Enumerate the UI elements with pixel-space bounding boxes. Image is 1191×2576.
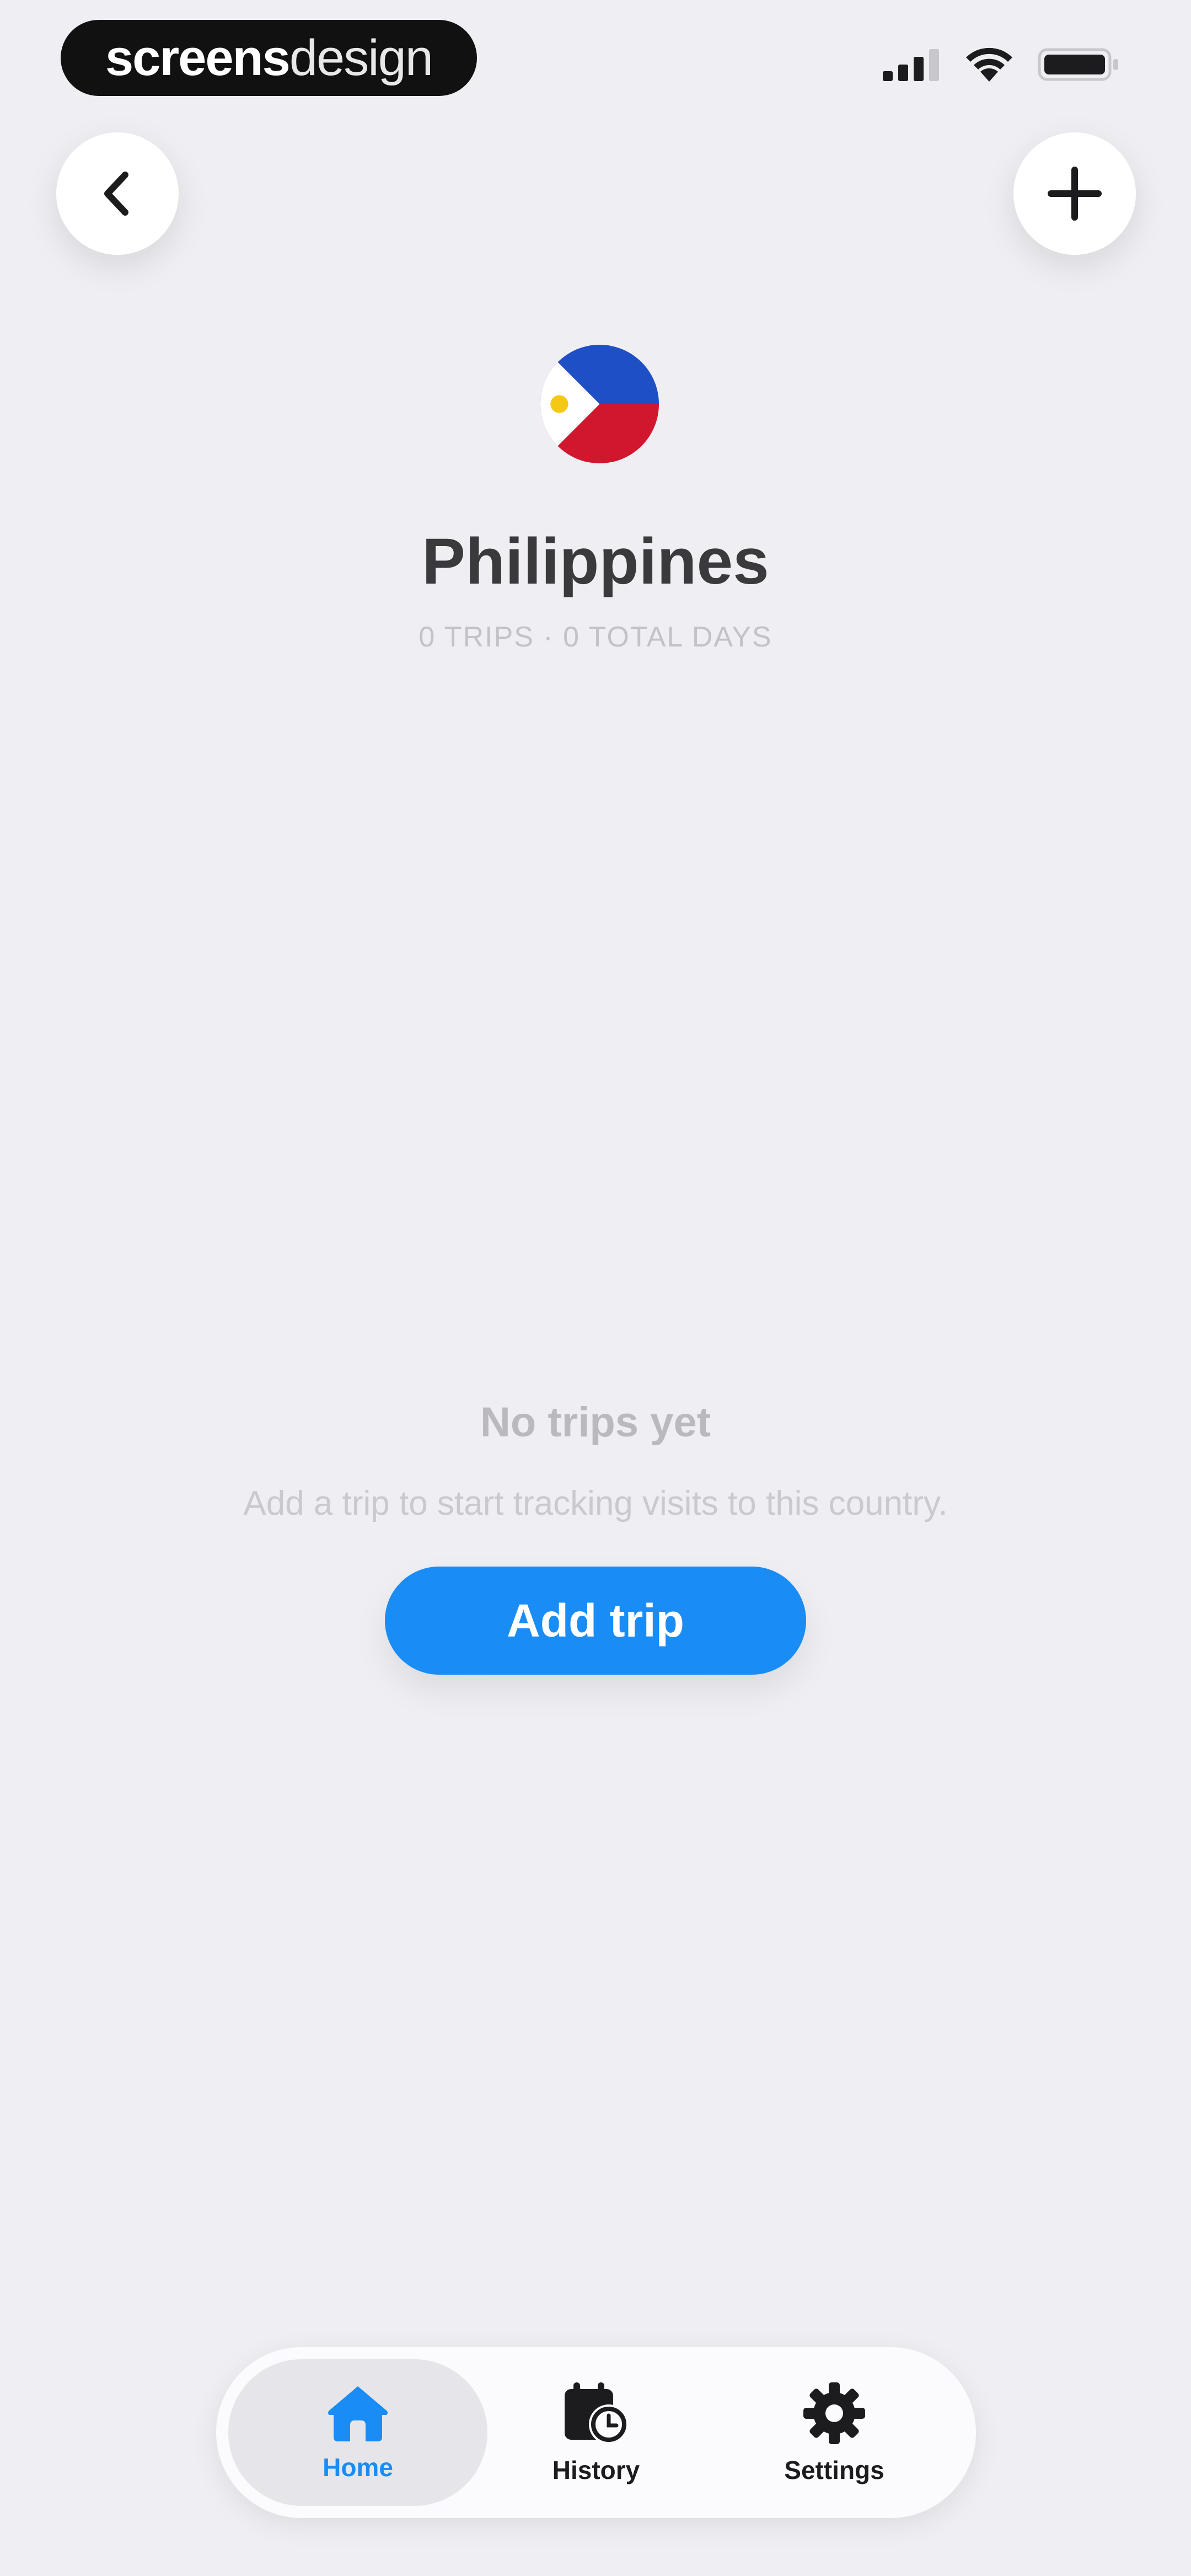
- tab-home-label: Home: [323, 2453, 393, 2482]
- empty-state-title: No trips yet: [480, 1399, 711, 1446]
- brand-text-bold: screens: [105, 29, 291, 86]
- signal-icon: [883, 49, 939, 81]
- tab-history-label: History: [552, 2456, 640, 2484]
- brand-text-light: design: [289, 29, 433, 86]
- country-detail-screen: screens design Philippines 0 TRIPS · 0 T…: [0, 0, 1191, 2576]
- gear-icon: [803, 2382, 865, 2444]
- plus-icon: [1048, 167, 1102, 221]
- tab-home[interactable]: Home: [228, 2359, 487, 2506]
- chevron-left-icon: [104, 172, 128, 216]
- tab-history[interactable]: History: [466, 2359, 726, 2506]
- trip-summary: 0 TRIPS · 0 TOTAL DAYS: [419, 621, 772, 653]
- philippines-flag-icon: [540, 345, 659, 463]
- add-button[interactable]: [1013, 132, 1136, 255]
- empty-state-description: Add a trip to start tracking visits to t…: [243, 1484, 948, 1522]
- home-icon: [328, 2386, 388, 2441]
- tab-bar: Home History Settings: [216, 2347, 976, 2518]
- country-title: Philippines: [422, 525, 769, 598]
- brand-badge: screens design: [61, 20, 477, 96]
- back-button[interactable]: [56, 132, 179, 255]
- add-trip-button[interactable]: Add trip: [385, 1567, 806, 1675]
- calendar-clock-icon: [565, 2382, 629, 2444]
- tab-settings-label: Settings: [784, 2456, 884, 2484]
- battery-icon: [1038, 48, 1118, 81]
- tab-settings[interactable]: Settings: [705, 2359, 964, 2506]
- wifi-icon: [966, 47, 1012, 82]
- status-icons: [883, 46, 1120, 83]
